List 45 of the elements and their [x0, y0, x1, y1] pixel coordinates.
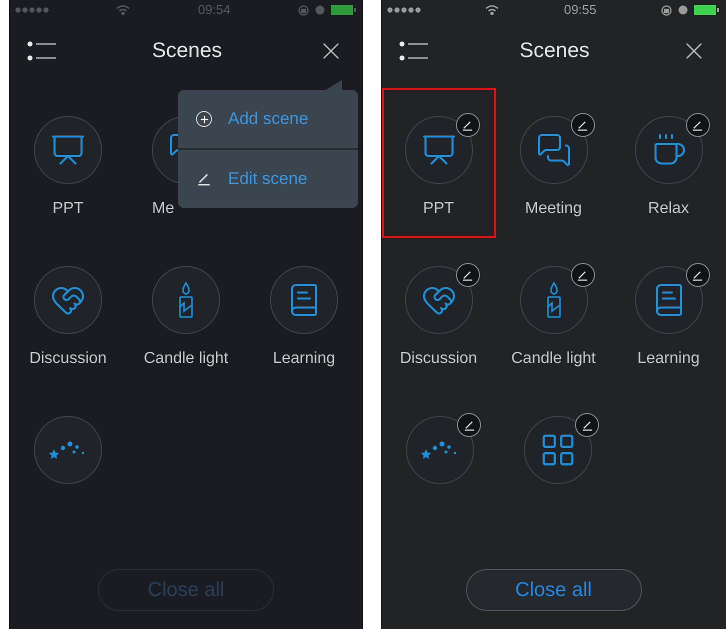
- edit-button[interactable]: [570, 263, 594, 287]
- scene-label: Relax: [648, 199, 689, 219]
- scene-label: Candle light: [144, 349, 228, 369]
- scene-label: Meeting: [525, 199, 582, 219]
- battery-icon: [331, 5, 357, 15]
- scene-label: Discussion: [400, 349, 478, 369]
- pencil-icon: [461, 118, 474, 132]
- edit-button[interactable]: [686, 263, 710, 287]
- battery-icon: [694, 5, 720, 15]
- status-time: 09:55: [564, 1, 597, 20]
- scene-label: Discussion: [29, 349, 107, 369]
- edit-button[interactable]: [686, 113, 710, 137]
- edit-button[interactable]: [457, 413, 481, 437]
- scene-label: Learning: [637, 349, 700, 369]
- add-icon: [196, 111, 212, 127]
- pencil-icon: [691, 118, 704, 132]
- pencil-icon: [576, 268, 589, 282]
- pencil-icon: [580, 418, 594, 432]
- pencil-icon: [196, 171, 212, 187]
- signal-icon: [15, 7, 49, 13]
- close-all-button[interactable]: Close all: [466, 569, 642, 611]
- screen-title: Scenes: [152, 38, 222, 64]
- edit-button[interactable]: [456, 263, 480, 287]
- scene-label: Me: [152, 199, 174, 219]
- scene-label: Candle light: [511, 349, 596, 369]
- list-menu-icon[interactable]: [399, 39, 429, 63]
- pencil-icon: [461, 268, 474, 282]
- status-time: 09:54: [198, 1, 231, 20]
- scene-label: Learning: [272, 349, 336, 369]
- screen-title: Scenes: [519, 38, 590, 64]
- menu-item[interactable]: Edit scene: [178, 150, 358, 208]
- list-menu-icon[interactable]: [27, 39, 57, 63]
- scene-label: PPT: [422, 199, 454, 219]
- pencil-icon: [691, 268, 704, 282]
- edit-button[interactable]: [575, 413, 599, 437]
- pencil-icon: [462, 418, 476, 432]
- wifi-icon: [116, 5, 130, 15]
- scene-label: PPT: [52, 199, 84, 219]
- edit-button[interactable]: [570, 113, 594, 137]
- edit-button[interactable]: [456, 113, 480, 137]
- signal-icon: [387, 7, 421, 13]
- menu-item[interactable]: Add scene: [178, 90, 358, 148]
- pencil-icon: [576, 118, 589, 132]
- chat-bubbles-icon: [536, 132, 572, 168]
- wifi-icon: [485, 5, 500, 15]
